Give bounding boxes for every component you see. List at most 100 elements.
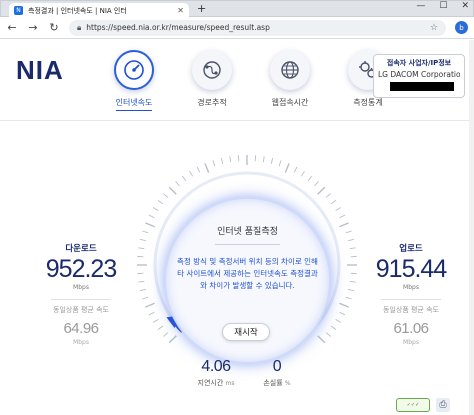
gauge-tick [145, 302, 155, 308]
menu-item-speed[interactable]: 인터넷속도 [108, 50, 160, 111]
gauge-tick [148, 214, 155, 219]
gauge-tick [262, 156, 265, 163]
gauge-tick [330, 325, 337, 331]
gauge-tick [339, 222, 349, 228]
loss-unit: % [284, 380, 291, 387]
gauge-tick [157, 199, 164, 205]
gauge-tick [325, 193, 331, 198]
gauge-tick [145, 222, 155, 228]
menu-label-web[interactable]: 웹접속시간 [272, 97, 309, 108]
menu-label-speed[interactable]: 인터넷속도 [115, 97, 153, 111]
maximize-icon[interactable]: ☐ [439, 1, 447, 11]
minimize-icon[interactable]: — [416, 1, 425, 11]
gauge-tick [293, 166, 298, 173]
retest-button[interactable]: 재시작 [222, 323, 270, 341]
gauge-tick [148, 311, 155, 316]
upload-stats: 업로드 915.44 Mbps 동일상품 평균 속도 61.06 Mbps [366, 242, 456, 346]
gauge-tick [139, 288, 146, 292]
panel-divider [215, 244, 280, 245]
menu-item-route[interactable]: 경로추적 [186, 50, 238, 111]
gauge-tick [152, 207, 159, 212]
gauge-tick [348, 238, 355, 242]
url-field[interactable]: 🔒︎ https://speed.nia.or.kr/measure/speed… [69, 19, 446, 36]
loss-stats: 0 손실률 % [252, 358, 302, 388]
gauge-tick [278, 160, 282, 167]
gauge-tick [229, 156, 232, 163]
gauge-tick [335, 207, 342, 212]
gauge-tick [212, 160, 216, 167]
gauge-tick [284, 163, 290, 173]
loss-label-row: 손실률 % [263, 378, 290, 388]
gauge-tick [270, 157, 274, 164]
upload-unit: Mbps [403, 284, 419, 291]
upload-avg-value: 61.06 [393, 320, 429, 337]
gauge-tick [314, 181, 319, 187]
gauge-tick [168, 335, 177, 344]
gauge-tick [189, 170, 194, 177]
star-icon[interactable]: ☆ [430, 23, 438, 33]
gauge-tick [349, 280, 356, 283]
header-divider [0, 120, 474, 121]
gauge-tick [196, 166, 201, 173]
url-text: https://speed.nia.or.kr/measure/speed_re… [86, 23, 270, 32]
panel-title: 인터넷 품질측정 [217, 227, 278, 237]
forward-icon[interactable]: → [27, 21, 39, 34]
gauge-tick [335, 318, 342, 323]
address-bar: ← → ↻ 🔒︎ https://speed.nia.or.kr/measure… [0, 17, 474, 39]
gauge-tick [175, 181, 180, 187]
gauge-tick [339, 302, 349, 308]
route-icon[interactable] [192, 50, 232, 90]
gauge-tick [139, 238, 146, 242]
new-tab-button[interactable]: + [197, 2, 206, 15]
download-avg-value: 64.96 [63, 320, 99, 337]
gauge-tick [163, 332, 169, 337]
latency-unit: ms [225, 380, 235, 387]
upload-separator [381, 299, 441, 300]
web-icon[interactable] [270, 50, 310, 90]
certification-stamp-icon: ✓✓✓ [396, 398, 430, 412]
gauge-tick [345, 296, 352, 300]
lock-icon[interactable]: 🔒︎ [77, 23, 81, 33]
menu-label-stats[interactable]: 측정통계 [353, 97, 382, 108]
gauge-tick [142, 296, 149, 300]
reload-icon[interactable]: ↻ [48, 21, 60, 34]
gauge-tick [300, 170, 305, 177]
latency-label: 지연시간 [197, 379, 224, 387]
gauge-tick [348, 288, 355, 292]
gauge-tick [330, 199, 337, 205]
loss-value: 0 [272, 358, 282, 375]
loss-label: 손실률 [263, 379, 283, 387]
download-value: 952.23 [45, 255, 117, 283]
gauge-tick [142, 230, 149, 234]
gauge-tick [204, 163, 210, 173]
page-scrollbar[interactable] [469, 40, 474, 415]
download-avg-unit: Mbps [73, 339, 89, 346]
upload-avg-unit: Mbps [403, 339, 419, 346]
latency-stats: 4.06 지연시간 ms [191, 358, 241, 388]
gauge-tick [339, 214, 346, 219]
browser-tab[interactable]: N 측정결과 | 인터넷속도 | NIA 인터 ✕ [9, 3, 189, 18]
gauge-tick [138, 280, 145, 283]
close-window-icon[interactable]: ✕ [461, 1, 469, 11]
gauge-tick [317, 186, 326, 195]
panel-message: 측정 방식 및 측정서버 위치 등의 차이로 인해 타 사이트에서 제공하는 인… [177, 257, 318, 290]
gauge-tick [325, 332, 331, 337]
profile-icon[interactable]: b [455, 21, 468, 34]
download-stats: 다운로드 952.23 Mbps 동일상품 평균 속도 64.96 Mbps [36, 242, 126, 346]
gauge-tick [339, 311, 346, 316]
back-icon[interactable]: ← [6, 21, 18, 34]
menu-label-route[interactable]: 경로추적 [197, 97, 226, 108]
redacted-ip [390, 82, 454, 91]
menu-item-web[interactable]: 웹접속시간 [264, 50, 316, 111]
latency-value: 4.06 [201, 358, 231, 375]
info-title: 접속자 사업자/IP정보 [386, 59, 452, 67]
print-icon[interactable]: ⎙ [436, 398, 450, 412]
speedometer-icon[interactable] [114, 50, 154, 90]
gauge-tick [152, 318, 159, 323]
close-tab-icon[interactable]: ✕ [177, 6, 184, 15]
nia-logo[interactable]: NIA [16, 55, 64, 86]
gauge-tick [168, 186, 177, 195]
gauge-tick [345, 230, 352, 234]
tab-title: 측정결과 | 인터넷속도 | NIA 인터 [28, 6, 127, 15]
latency-label-row: 지연시간 ms [198, 378, 235, 388]
